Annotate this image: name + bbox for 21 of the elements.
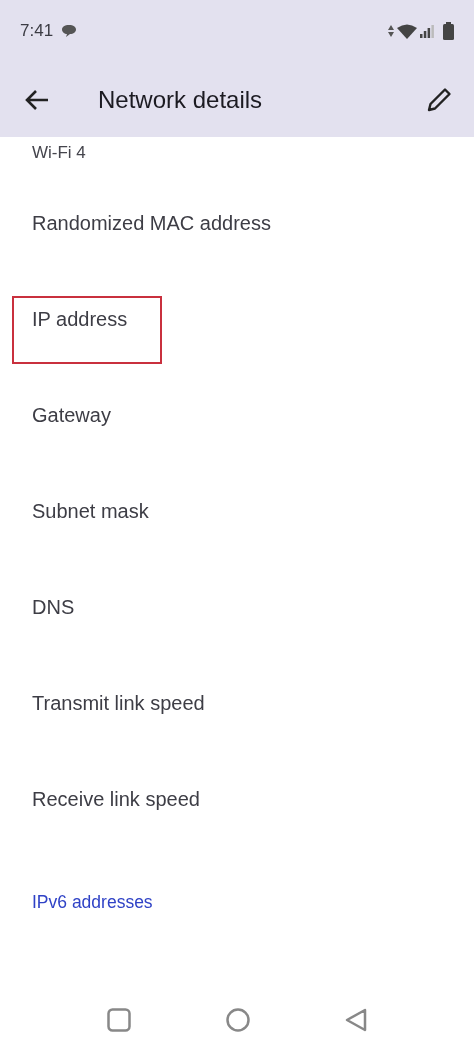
detail-item[interactable]: Subnet mask: [0, 463, 474, 559]
pencil-icon: [426, 86, 452, 113]
recents-button[interactable]: [107, 1008, 131, 1032]
status-time: 7:41: [20, 21, 54, 41]
detail-item[interactable]: Gateway: [0, 367, 474, 463]
detail-item[interactable]: DNS: [0, 559, 474, 655]
screen-title: Network details: [98, 85, 264, 114]
data-arrows-icon: [388, 24, 394, 38]
wifi-icon: [397, 23, 417, 39]
detail-item[interactable]: Randomized MAC address: [0, 175, 474, 271]
chat-bubble-icon: [61, 24, 78, 38]
detail-item[interactable]: IP address: [0, 271, 474, 367]
wifi-standard-value: Wi-Fi 4: [32, 143, 86, 162]
back-nav-button[interactable]: [345, 1008, 367, 1032]
back-arrow-icon: [24, 88, 50, 111]
home-button[interactable]: [226, 1008, 250, 1032]
detail-item[interactable]: Transmit link speed: [0, 655, 474, 751]
detail-item[interactable]: Receive link speed: [0, 751, 474, 847]
signal-icon: [420, 24, 434, 38]
section-header: IPv6 addresses: [32, 891, 153, 913]
battery-icon: [443, 22, 454, 40]
